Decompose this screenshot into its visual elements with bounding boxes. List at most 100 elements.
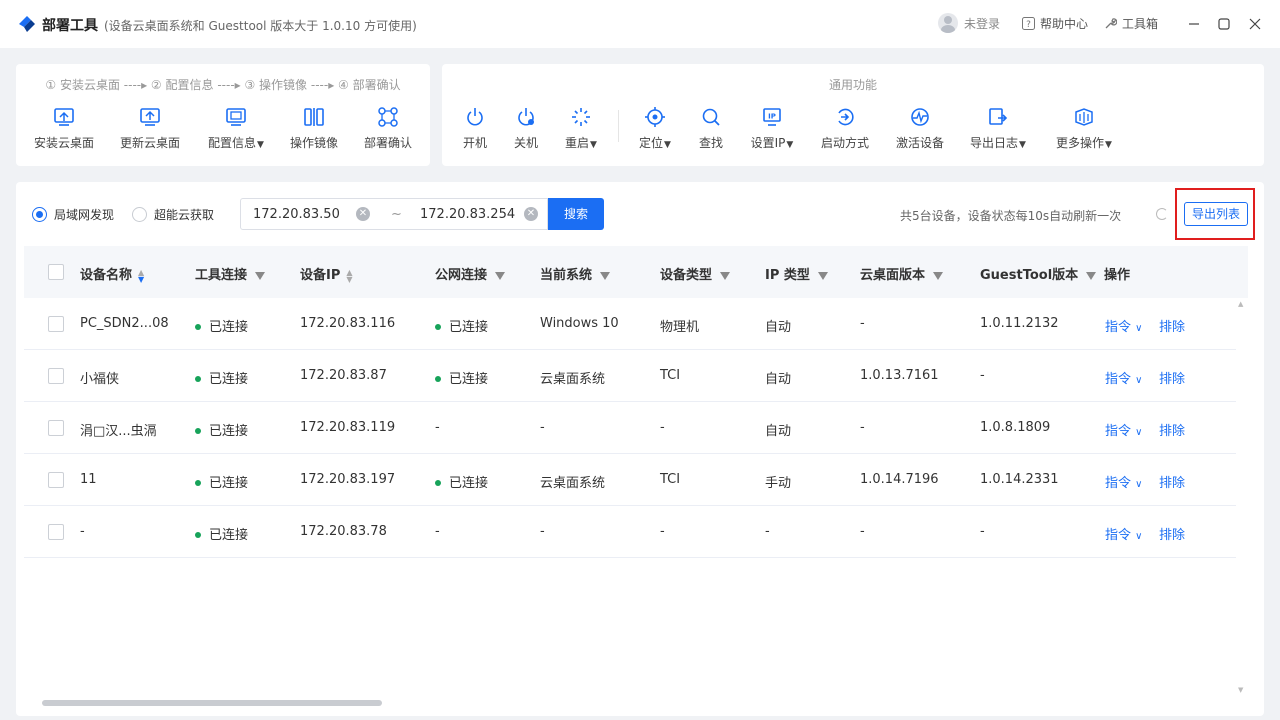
search-button[interactable]: 搜索: [548, 198, 604, 230]
remove-link[interactable]: 排除: [1159, 472, 1185, 491]
more-ops-icon: [1075, 108, 1093, 126]
command-dropdown[interactable]: 指令 ∨: [1105, 420, 1142, 439]
maximize-button[interactable]: [1214, 14, 1234, 34]
cell-iptype: 手动: [765, 476, 792, 491]
table-row[interactable]: 小福侠 已连接 172.20.83.87 已连接 云桌面系统 TCI 自动 1.…: [24, 350, 1236, 402]
row-checkbox[interactable]: [48, 316, 64, 332]
remove-link[interactable]: 排除: [1159, 368, 1185, 387]
col-cloud-version[interactable]: 云桌面版本: [860, 264, 944, 283]
row-checkbox[interactable]: [48, 472, 64, 488]
tool-label: 更新云桌面: [119, 136, 180, 150]
cell-tool: 已连接: [195, 524, 248, 543]
general-functions-panel: 通用功能 开机 关机 重启▼ 定位▼ 查找 IP 设置IP▼ 启动方式 激活设备…: [442, 64, 1264, 166]
filter-icon[interactable]: [600, 271, 611, 280]
row-checkbox[interactable]: [48, 524, 64, 540]
radio-label: 局域网发现: [54, 208, 115, 222]
select-all-checkbox[interactable]: [48, 264, 64, 280]
cell-os: 云桌面系统: [540, 372, 606, 387]
table-row[interactable]: 涓□汉...虫滆 已连接 172.20.83.119 - - - 自动 - 1.…: [24, 402, 1236, 454]
tool-label: 操作镜像: [289, 136, 338, 150]
sort-icon[interactable]: ▲ ▼: [138, 268, 144, 283]
command-dropdown[interactable]: 指令 ∨: [1105, 472, 1142, 491]
cell-guest: 1.0.14.2331: [980, 472, 1059, 487]
operate-mirror-button[interactable]: 操作镜像: [274, 106, 354, 151]
col-device-name[interactable]: 设备名称 ▲ ▼: [80, 264, 144, 283]
boot-mode-button[interactable]: 启动方式: [805, 106, 885, 151]
radio-lan-discovery[interactable]: 局域网发现: [32, 206, 114, 223]
table-row[interactable]: 11 已连接 172.20.83.197 已连接 云桌面系统 TCI 手动 1.…: [24, 454, 1236, 506]
deploy-confirm-button[interactable]: 部署确认: [348, 106, 428, 151]
cell-type: -: [660, 420, 665, 435]
refresh-icon[interactable]: [1156, 208, 1168, 220]
col-ip-type[interactable]: IP 类型: [765, 264, 828, 283]
remove-link[interactable]: 排除: [1159, 316, 1185, 335]
filter-icon[interactable]: [495, 271, 506, 280]
command-dropdown[interactable]: 指令 ∨: [1105, 368, 1142, 387]
export-list-button[interactable]: 导出列表: [1184, 202, 1248, 226]
col-device-ip[interactable]: 设备IP ▲ ▼: [300, 264, 353, 283]
remove-link[interactable]: 排除: [1159, 420, 1185, 439]
col-device-type[interactable]: 设备类型: [660, 264, 731, 283]
update-desktop-button[interactable]: 更新云桌面: [110, 106, 190, 151]
ip-start-input[interactable]: 172.20.83.50: [253, 207, 340, 222]
filter-icon[interactable]: [1086, 271, 1097, 280]
row-checkbox[interactable]: [48, 368, 64, 384]
range-separator: ~: [391, 207, 402, 222]
filter-icon[interactable]: [933, 271, 944, 280]
table-row[interactable]: - 已连接 172.20.83.78 - - - - - - 指令 ∨ 排除: [24, 506, 1236, 558]
help-center-button[interactable]: ? 帮助中心: [1022, 15, 1088, 32]
toolbox-button[interactable]: 工具箱: [1104, 15, 1158, 32]
minimize-button[interactable]: [1184, 14, 1204, 34]
cell-cloud: 1.0.14.7196: [860, 472, 939, 487]
cell-public: 已连接: [435, 316, 488, 335]
col-tool-connection[interactable]: 工具连接: [195, 264, 266, 283]
cell-cloud: -: [860, 420, 865, 435]
cell-public: 已连接: [435, 368, 488, 387]
config-info-button[interactable]: 配置信息▼: [196, 106, 276, 151]
ip-end-input[interactable]: 172.20.83.254: [420, 207, 515, 222]
remove-link[interactable]: 排除: [1159, 524, 1185, 543]
scroll-down-icon[interactable]: ▼: [1238, 686, 1243, 694]
activate-icon: [911, 108, 929, 126]
sort-icon[interactable]: ▲ ▼: [346, 268, 352, 283]
export-log-button[interactable]: 导出日志▼: [958, 106, 1038, 151]
ip-icon: IP: [763, 108, 781, 126]
chevron-down-icon: ∨: [1135, 427, 1143, 438]
activate-device-button[interactable]: 激活设备: [880, 106, 960, 151]
restart-button[interactable]: 重启▼: [541, 106, 621, 151]
command-dropdown[interactable]: 指令 ∨: [1105, 524, 1142, 543]
power-on-icon: [467, 108, 483, 126]
radio-label: 超能云获取: [154, 208, 215, 222]
cell-os: Windows 10: [540, 316, 619, 331]
clear-start-icon[interactable]: ✕: [356, 207, 370, 221]
status-dot-icon: [195, 375, 201, 382]
more-operations-button[interactable]: 更多操作▼: [1044, 106, 1124, 151]
device-list-card: 局域网发现 超能云获取 172.20.83.50 ✕ ~ 172.20.83.2…: [16, 182, 1264, 716]
table-row[interactable]: PC_SDN2...08 已连接 172.20.83.116 已连接 Windo…: [24, 298, 1236, 350]
tool-label-wrap: 导出日志▼: [970, 134, 1026, 151]
filter-icon[interactable]: [720, 271, 731, 280]
tool-label: 启动方式: [820, 136, 869, 150]
status-dot-icon: [195, 427, 201, 434]
tool-label: 开机: [462, 136, 487, 150]
radio-cloud-fetch[interactable]: 超能云获取: [132, 206, 214, 223]
set-ip-button[interactable]: IP 设置IP▼: [732, 106, 812, 151]
tool-label: 配置信息: [208, 136, 257, 150]
filter-icon[interactable]: [817, 271, 828, 280]
tool-label: 更多操作: [1056, 136, 1105, 150]
filter-icon[interactable]: [255, 271, 266, 280]
status-dot-icon: [195, 479, 201, 486]
tool-label: 部署确认: [363, 136, 412, 150]
scroll-up-icon[interactable]: ▲: [1238, 300, 1243, 308]
command-dropdown[interactable]: 指令 ∨: [1105, 316, 1142, 335]
close-button[interactable]: [1245, 14, 1265, 34]
row-checkbox[interactable]: [48, 420, 64, 436]
clear-end-icon[interactable]: ✕: [524, 207, 538, 221]
col-guesttool-version[interactable]: GuestTool版本: [980, 264, 1097, 283]
col-current-os[interactable]: 当前系统: [540, 264, 611, 283]
horizontal-scrollbar[interactable]: [42, 700, 382, 706]
col-public-connection[interactable]: 公网连接: [435, 264, 506, 283]
svg-text:?: ?: [1026, 20, 1031, 30]
user-login[interactable]: 未登录: [938, 13, 1000, 33]
install-desktop-button[interactable]: 安装云桌面: [24, 106, 104, 151]
